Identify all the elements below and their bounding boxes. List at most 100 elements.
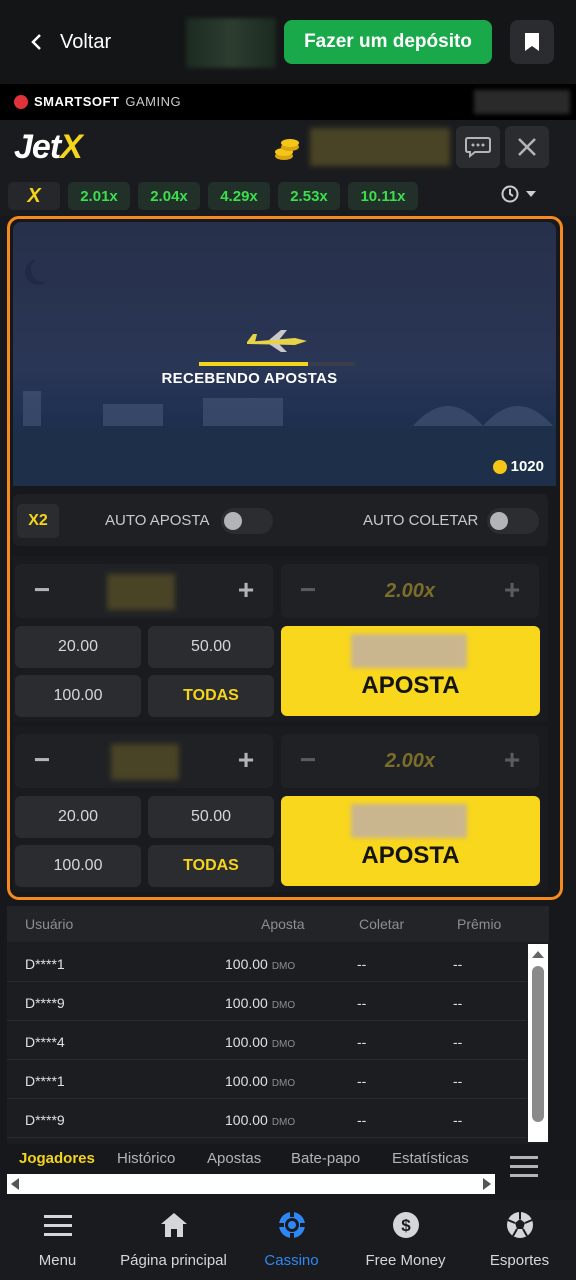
jetx-logo: JetX: [14, 128, 83, 167]
players-count-value: 1020: [510, 458, 544, 475]
place-bet-label: APOSTA: [361, 672, 460, 699]
nav-label: Esportes: [489, 1252, 550, 1269]
row-bet-value: 100.00: [225, 995, 268, 1011]
x2-button[interactable]: X2: [17, 504, 59, 538]
nav-menu[interactable]: Menu: [0, 1208, 115, 1278]
decrease-bet-button[interactable]: −: [29, 576, 55, 604]
game-stage: RECEBENDO APOSTAS 1020: [13, 222, 556, 486]
scroll-left-icon[interactable]: [11, 1178, 19, 1190]
auto-bet-toggle[interactable]: [221, 508, 273, 534]
blurred-banner: [186, 18, 276, 68]
bet-timer-progress: [199, 362, 355, 366]
close-icon: [518, 138, 536, 156]
chat-button[interactable]: [456, 126, 500, 168]
quick-bet-button[interactable]: 100.00: [15, 675, 141, 717]
back-button[interactable]: Voltar: [28, 22, 111, 62]
close-game-button[interactable]: [505, 126, 549, 168]
table-row: D****1 100.00 DMO -- --: [7, 944, 527, 982]
nav-casino[interactable]: Cassino: [234, 1208, 349, 1278]
tab-chat[interactable]: Bate-papo: [291, 1150, 360, 1167]
row-collect: --: [357, 995, 367, 1011]
coins-icon: [275, 139, 299, 160]
bet-panel-2: − + − 2.00x + 20.00 50.00 100.00 TODAS A…: [13, 726, 548, 892]
tab-players[interactable]: Jogadores: [19, 1150, 95, 1167]
logo-x: X: [60, 128, 83, 166]
quick-bet-button[interactable]: 100.00: [15, 845, 141, 887]
row-bet-value: 100.00: [225, 1034, 268, 1050]
tab-stats[interactable]: Estatísticas: [392, 1150, 469, 1167]
row-collect: --: [357, 956, 367, 972]
jet-plane-icon: [247, 330, 307, 352]
scroll-right-icon[interactable]: [483, 1178, 491, 1190]
quick-bet-button[interactable]: 50.00: [148, 796, 274, 838]
runway: [13, 426, 556, 486]
more-tabs-icon[interactable]: [510, 1156, 538, 1183]
row-user: D****1: [25, 956, 65, 972]
bet-amount-blurred[interactable]: [111, 744, 179, 780]
table-row: D****4 100.00 DMO -- --: [7, 1022, 527, 1060]
row-bet: 100.00 DMO: [225, 956, 295, 972]
progress-fill: [199, 362, 309, 366]
back-label: Voltar: [60, 30, 112, 53]
increase-multiplier-button[interactable]: +: [499, 576, 525, 604]
col-bet: Aposta: [261, 916, 305, 932]
row-bet: 100.00 DMO: [225, 995, 295, 1011]
table-row: D****1 100.00 DMO -- --: [7, 1061, 527, 1099]
row-bet-value: 100.00: [225, 1112, 268, 1128]
auto-collect-toggle[interactable]: [487, 508, 539, 534]
auto-bet-label: AUTO APOSTA: [105, 512, 210, 529]
provider-bar: SMARTSOFT GAMING: [0, 84, 576, 120]
row-user: D****9: [25, 1112, 65, 1128]
scroll-up-icon[interactable]: [528, 948, 548, 962]
row-currency: DMO: [271, 961, 296, 972]
place-bet-button[interactable]: APOSTA: [281, 796, 540, 886]
table-row: D****9 100.00 DMO -- --: [7, 1100, 527, 1138]
jetx-x-icon: X: [8, 182, 60, 210]
bottom-navigation: Menu Página principal Cassino $ Free Mon…: [0, 1200, 576, 1280]
logo-main: Jet: [14, 128, 61, 166]
svg-text:$: $: [401, 1216, 411, 1235]
tab-bets[interactable]: Apostas: [207, 1150, 261, 1167]
bookmark-icon: [525, 33, 539, 51]
nav-sports[interactable]: Esportes: [462, 1208, 576, 1278]
row-currency: DMO: [271, 1000, 296, 1011]
auto-settings-row: X2 AUTO APOSTA AUTO COLETAR: [13, 494, 548, 546]
provider-brand: SMARTSOFT GAMING: [14, 94, 181, 109]
increase-bet-button[interactable]: +: [233, 746, 259, 774]
bet-amount-blurred[interactable]: [107, 574, 175, 610]
multiplier-chip: 2.53x: [278, 182, 340, 210]
increase-bet-button[interactable]: +: [233, 576, 259, 604]
nav-label: Menu: [38, 1252, 77, 1269]
table-scrollbar[interactable]: [528, 944, 548, 1142]
decrease-bet-button[interactable]: −: [29, 746, 55, 774]
table-row: D****9 100.00 DMO -- --: [7, 983, 527, 1021]
tab-history[interactable]: Histórico: [117, 1150, 175, 1167]
row-prize: --: [453, 1112, 463, 1128]
nav-label: Free Money: [365, 1252, 446, 1269]
row-currency: DMO: [271, 1078, 296, 1089]
bookmark-button[interactable]: [510, 20, 554, 64]
deposit-button[interactable]: Fazer um depósito: [284, 20, 492, 64]
row-collect: --: [357, 1034, 367, 1050]
all-in-button[interactable]: TODAS: [148, 675, 274, 717]
bet-value-blurred: [351, 804, 467, 838]
person-coin-icon: [492, 459, 507, 474]
nav-label: Página principal: [120, 1252, 227, 1269]
nav-free-money[interactable]: $ Free Money: [348, 1208, 463, 1278]
bet-panel-1: − + − 2.00x + 20.00 50.00 100.00 TODAS A…: [13, 556, 548, 722]
tabs-horizontal-scrollbar[interactable]: [7, 1174, 495, 1194]
nav-home[interactable]: Página principal: [116, 1208, 231, 1278]
smartsoft-logo-icon: [14, 94, 28, 109]
scroll-thumb[interactable]: [532, 966, 544, 1122]
place-bet-button[interactable]: APOSTA: [281, 626, 540, 716]
history-dropdown[interactable]: [500, 184, 536, 204]
chat-bubble-icon: [465, 137, 491, 158]
all-in-button[interactable]: TODAS: [148, 845, 274, 887]
nav-label: Cassino: [264, 1252, 319, 1269]
row-prize: --: [453, 1034, 463, 1050]
quick-bet-button[interactable]: 20.00: [15, 626, 141, 668]
increase-multiplier-button[interactable]: +: [499, 746, 525, 774]
quick-bet-button[interactable]: 20.00: [15, 796, 141, 838]
row-currency: DMO: [271, 1117, 296, 1128]
quick-bet-button[interactable]: 50.00: [148, 626, 274, 668]
